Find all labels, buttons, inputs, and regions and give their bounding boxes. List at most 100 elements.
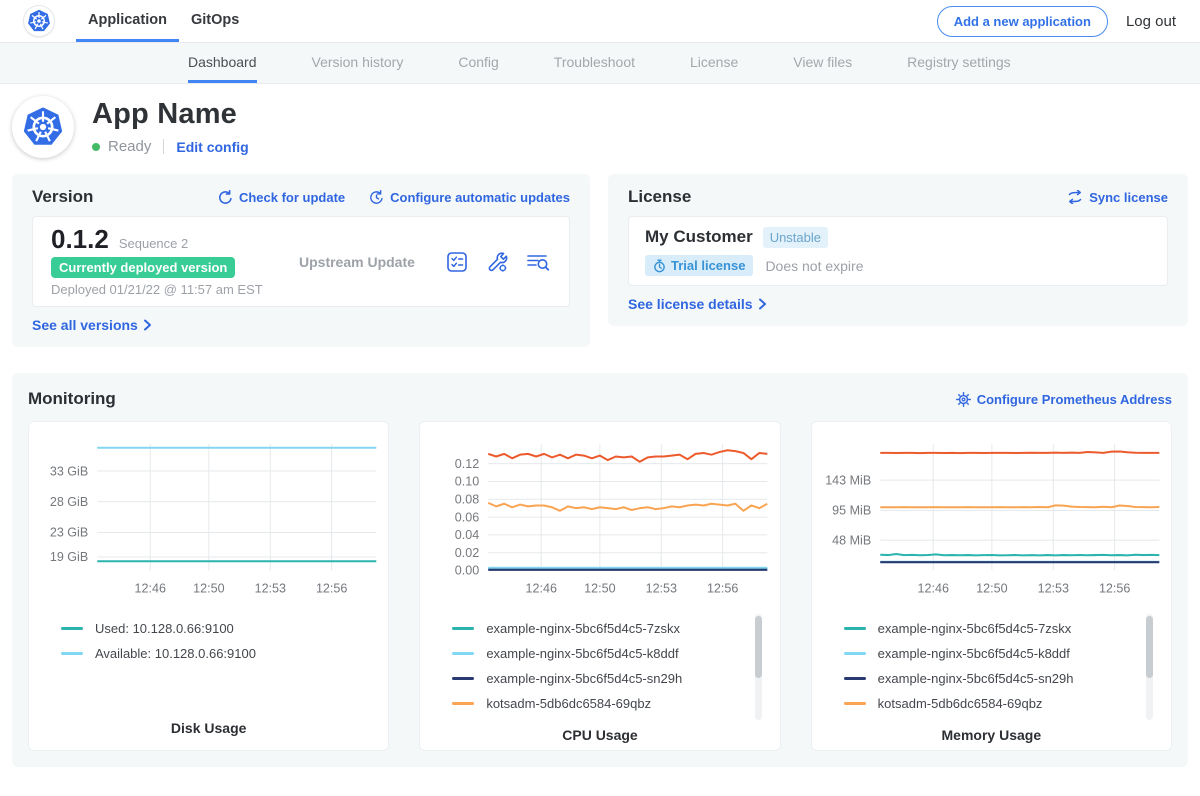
legend-scrollbar[interactable] bbox=[755, 614, 762, 720]
svg-text:19 GiB: 19 GiB bbox=[50, 550, 88, 564]
svg-text:23 GiB: 23 GiB bbox=[50, 526, 88, 540]
svg-text:0.06: 0.06 bbox=[455, 510, 479, 524]
svg-text:0.08: 0.08 bbox=[455, 492, 479, 506]
legend-label: Used: 10.128.0.66:9100 bbox=[95, 621, 234, 636]
legend-label: example-nginx-5bc6f5d4c5-sn29h bbox=[878, 671, 1074, 686]
legend-label: example-nginx-5bc6f5d4c5-sn29h bbox=[486, 671, 682, 686]
legend-label: example-nginx-5bc6f5d4c5-7zskx bbox=[486, 621, 680, 636]
configure-automatic-updates-link[interactable]: Configure automatic updates bbox=[369, 190, 570, 205]
timer-icon bbox=[653, 259, 666, 273]
status-text: Ready bbox=[108, 138, 151, 155]
legend-label: example-nginx-5bc6f5d4c5-k8ddf bbox=[486, 646, 678, 661]
configure-prometheus-link[interactable]: Configure Prometheus Address bbox=[956, 392, 1172, 407]
top-nav-right: Add a new application Log out bbox=[937, 6, 1176, 37]
tab-gitops[interactable]: GitOps bbox=[179, 0, 251, 42]
subnav-item-license[interactable]: License bbox=[690, 43, 738, 83]
svg-text:12:56: 12:56 bbox=[707, 582, 738, 596]
svg-text:0.04: 0.04 bbox=[455, 528, 479, 542]
tab-application[interactable]: Application bbox=[76, 0, 179, 42]
kubernetes-app-icon bbox=[22, 106, 64, 148]
subnav-item-troubleshoot[interactable]: Troubleshoot bbox=[554, 43, 635, 83]
svg-text:28 GiB: 28 GiB bbox=[50, 495, 88, 509]
legend-label: kotsadm-5db6dc6584-69qbz bbox=[486, 696, 651, 711]
preflight-checks-icon[interactable] bbox=[445, 250, 469, 274]
svg-text:12:46: 12:46 bbox=[135, 582, 166, 596]
chart-canvas: 33 GiB28 GiB23 GiB19 GiB12:4612:5012:531… bbox=[35, 434, 382, 603]
customer-name: My Customer bbox=[645, 227, 753, 247]
app-status-row: Ready Edit config bbox=[92, 138, 249, 155]
deploy-logs-icon[interactable] bbox=[525, 250, 551, 274]
edit-config-link[interactable]: Edit config bbox=[176, 139, 248, 155]
legend-item: example-nginx-5bc6f5d4c5-k8ddf bbox=[844, 646, 1165, 662]
disk-usage-legend: Used: 10.128.0.66:9100Available: 10.128.… bbox=[35, 608, 382, 714]
subnav-item-config[interactable]: Config bbox=[458, 43, 498, 83]
svg-text:0.10: 0.10 bbox=[455, 475, 479, 489]
legend-swatch bbox=[61, 627, 83, 630]
chevron-right-icon bbox=[143, 319, 152, 331]
app-sub-nav: Dashboard Version history Config Trouble… bbox=[0, 42, 1200, 84]
memory-usage-legend: example-nginx-5bc6f5d4c5-7zskx example-ng… bbox=[818, 608, 1165, 721]
svg-text:143 MiB: 143 MiB bbox=[825, 473, 871, 487]
configure-automatic-updates-label: Configure automatic updates bbox=[390, 190, 570, 205]
sync-license-link[interactable]: Sync license bbox=[1067, 190, 1168, 205]
svg-text:12:56: 12:56 bbox=[316, 582, 347, 596]
check-for-update-link[interactable]: Check for update bbox=[218, 190, 345, 205]
license-card-title: License bbox=[628, 187, 691, 207]
see-all-versions-link[interactable]: See all versions bbox=[32, 317, 152, 333]
status-dot bbox=[92, 143, 100, 151]
subnav-item-registry-settings[interactable]: Registry settings bbox=[907, 43, 1010, 83]
configure-prometheus-label: Configure Prometheus Address bbox=[977, 392, 1172, 407]
see-all-versions-label: See all versions bbox=[32, 317, 138, 333]
divider bbox=[163, 139, 164, 154]
logout-link[interactable]: Log out bbox=[1126, 13, 1176, 30]
subnav-item-view-files[interactable]: View files bbox=[793, 43, 852, 83]
version-card-header: Version Check for update Configure au bbox=[32, 186, 570, 208]
legend-scrollbar-thumb[interactable] bbox=[1146, 616, 1153, 678]
config-tools-icon[interactable] bbox=[485, 250, 509, 274]
cpu-usage-legend: example-nginx-5bc6f5d4c5-7zskx example-ng… bbox=[426, 608, 773, 721]
license-card: License Sync license My Customer Unstabl… bbox=[608, 174, 1188, 326]
svg-text:95 MiB: 95 MiB bbox=[832, 504, 871, 518]
svg-text:12:53: 12:53 bbox=[646, 582, 677, 596]
channel-badge: Unstable bbox=[763, 227, 828, 248]
svg-text:0.00: 0.00 bbox=[455, 564, 479, 578]
license-panel: My Customer Unstable Trial license Does … bbox=[628, 216, 1168, 286]
legend-item: example-nginx-5bc6f5d4c5-7zskx bbox=[844, 621, 1165, 637]
add-application-button[interactable]: Add a new application bbox=[937, 6, 1108, 37]
chart-canvas: 143 MiB95 MiB48 MiB12:4612:5012:5312:56 bbox=[818, 434, 1165, 603]
deployed-badge: Currently deployed version bbox=[51, 257, 235, 278]
chart-canvas: 0.120.100.080.060.040.020.0012:4612:5012… bbox=[426, 434, 773, 603]
check-for-update-label: Check for update bbox=[239, 190, 345, 205]
schedule-icon bbox=[369, 190, 384, 205]
app-header: App Name Ready Edit config bbox=[0, 84, 1200, 174]
subnav-item-dashboard[interactable]: Dashboard bbox=[188, 43, 257, 83]
see-license-details-link[interactable]: See license details bbox=[628, 296, 767, 312]
current-version-panel: 0.1.2 Sequence 2 Currently deployed vers… bbox=[32, 216, 570, 307]
monitoring-title: Monitoring bbox=[28, 389, 116, 409]
cpu-usage-title: CPU Usage bbox=[426, 721, 773, 743]
memory-usage-chart-card: 143 MiB95 MiB48 MiB12:4612:5012:5312:56 … bbox=[811, 421, 1172, 751]
version-card-title: Version bbox=[32, 187, 93, 207]
kubernetes-logo-icon bbox=[27, 9, 51, 33]
refresh-icon bbox=[218, 190, 233, 205]
svg-text:0.12: 0.12 bbox=[455, 457, 479, 471]
legend-item: example-nginx-5bc6f5d4c5-7zskx bbox=[452, 621, 773, 637]
top-nav-tabs: Application GitOps bbox=[76, 0, 251, 42]
subnav-item-version-history[interactable]: Version history bbox=[312, 43, 404, 83]
legend-scrollbar[interactable] bbox=[1146, 614, 1153, 720]
sync-icon bbox=[1067, 190, 1083, 204]
deployed-timestamp: Deployed 01/21/22 @ 11:57 am EST bbox=[51, 283, 281, 297]
kubernetes-logo[interactable] bbox=[24, 6, 54, 36]
legend-scrollbar-thumb[interactable] bbox=[755, 616, 762, 678]
license-type-badge: Trial license bbox=[645, 255, 753, 276]
svg-text:12:46: 12:46 bbox=[917, 582, 948, 596]
summary-cards-row: Version Check for update Configure au bbox=[0, 174, 1200, 347]
svg-text:12:53: 12:53 bbox=[255, 582, 286, 596]
version-source: Upstream Update bbox=[299, 254, 415, 270]
legend-swatch bbox=[452, 677, 474, 680]
legend-label: example-nginx-5bc6f5d4c5-k8ddf bbox=[878, 646, 1070, 661]
svg-text:48 MiB: 48 MiB bbox=[832, 533, 871, 547]
disk-usage-chart: 33 GiB28 GiB23 GiB19 GiB12:4612:5012:531… bbox=[35, 434, 382, 608]
version-sequence: Sequence 2 bbox=[119, 236, 188, 251]
memory-usage-chart: 143 MiB95 MiB48 MiB12:4612:5012:5312:56 bbox=[818, 434, 1165, 608]
